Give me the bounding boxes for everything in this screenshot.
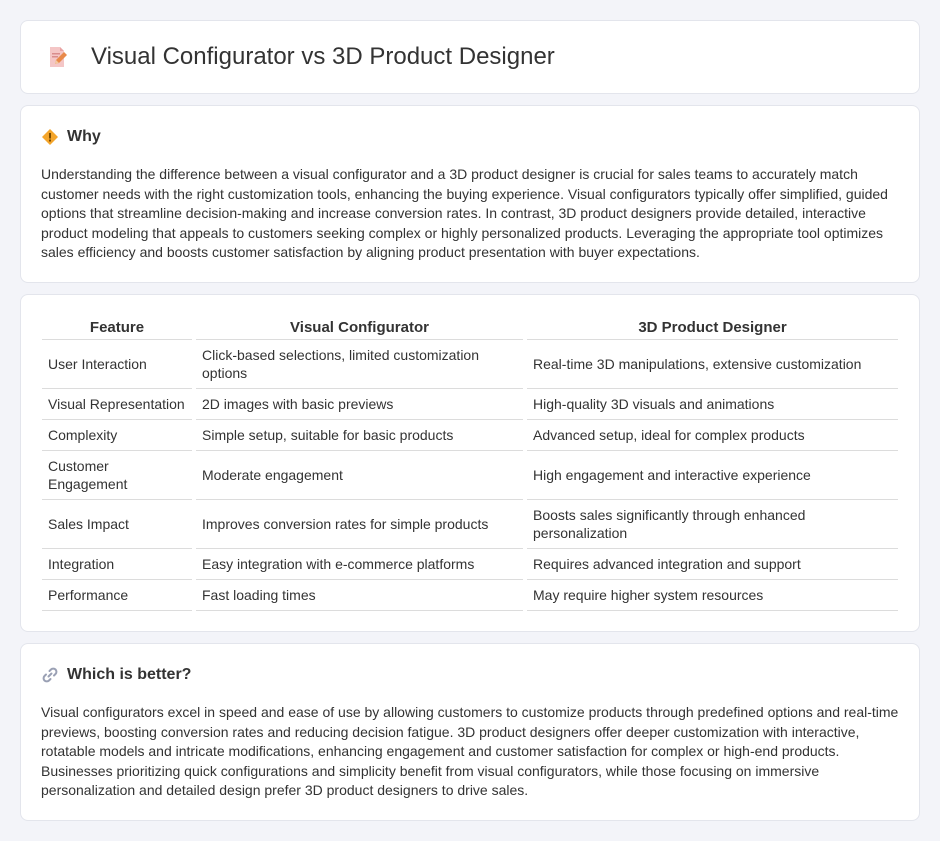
diamond-warning-icon [42,129,58,145]
table-row: Complexity Simple setup, suitable for ba… [42,420,898,451]
why-heading: Why [67,128,101,145]
table-row: Sales Impact Improves conversion rates f… [42,500,898,549]
table-cell-3d-product-designer: May require higher system resources [527,580,898,611]
better-text: Visual configurators excel in speed and … [41,704,899,798]
table-row: User Interaction Click-based selections,… [42,340,898,389]
table-header-row: Feature Visual Configurator 3D Product D… [42,315,898,340]
table-cell-visual-configurator: Simple setup, suitable for basic product… [196,420,523,451]
table-cell-visual-configurator: Fast loading times [196,580,523,611]
table-cell-3d-product-designer: Real-time 3D manipulations, extensive cu… [527,340,898,389]
table-cell-3d-product-designer: Requires advanced integration and suppor… [527,549,898,580]
comparison-table-card: Feature Visual Configurator 3D Product D… [20,294,920,632]
link-icon [42,667,58,683]
table-header-visual-configurator: Visual Configurator [196,315,523,340]
table-cell-feature: Performance [42,580,192,611]
page: Visual Configurator vs 3D Product Design… [0,0,940,821]
table-cell-feature: Customer Engagement [42,451,192,500]
table-cell-3d-product-designer: High-quality 3D visuals and animations [527,389,898,420]
table-cell-feature: Integration [42,549,192,580]
table-cell-visual-configurator: Improves conversion rates for simple pro… [196,500,523,549]
page-title: Visual Configurator vs 3D Product Design… [91,43,555,70]
table-cell-feature: Visual Representation [42,389,192,420]
table-cell-visual-configurator: 2D images with basic previews [196,389,523,420]
table-cell-feature: Sales Impact [42,500,192,549]
table-cell-3d-product-designer: Boosts sales significantly through enhan… [527,500,898,549]
table-row: Customer Engagement Moderate engagement … [42,451,898,500]
why-section: Why Understanding the difference between… [20,105,920,283]
better-heading: Which is better? [67,666,192,683]
table-row: Integration Easy integration with e-comm… [42,549,898,580]
document-pencil-icon [50,47,67,67]
table-cell-visual-configurator: Click-based selections, limited customiz… [196,340,523,389]
table-cell-visual-configurator: Moderate engagement [196,451,523,500]
table-cell-feature: User Interaction [42,340,192,389]
table-row: Performance Fast loading times May requi… [42,580,898,611]
better-heading-row: Which is better? [41,666,899,684]
which-is-better-section: Which is better? Visual configurators ex… [20,643,920,821]
table-cell-visual-configurator: Easy integration with e-commerce platfor… [196,549,523,580]
table-cell-feature: Complexity [42,420,192,451]
comparison-table: Feature Visual Configurator 3D Product D… [38,315,902,611]
header-card: Visual Configurator vs 3D Product Design… [20,20,920,94]
table-row: Visual Representation 2D images with bas… [42,389,898,420]
why-text: Understanding the difference between a v… [41,166,888,260]
table-cell-3d-product-designer: Advanced setup, ideal for complex produc… [527,420,898,451]
table-header-3d-product-designer: 3D Product Designer [527,315,898,340]
table-cell-3d-product-designer: High engagement and interactive experien… [527,451,898,500]
table-header-feature: Feature [42,315,192,340]
why-heading-row: Why [41,128,899,146]
